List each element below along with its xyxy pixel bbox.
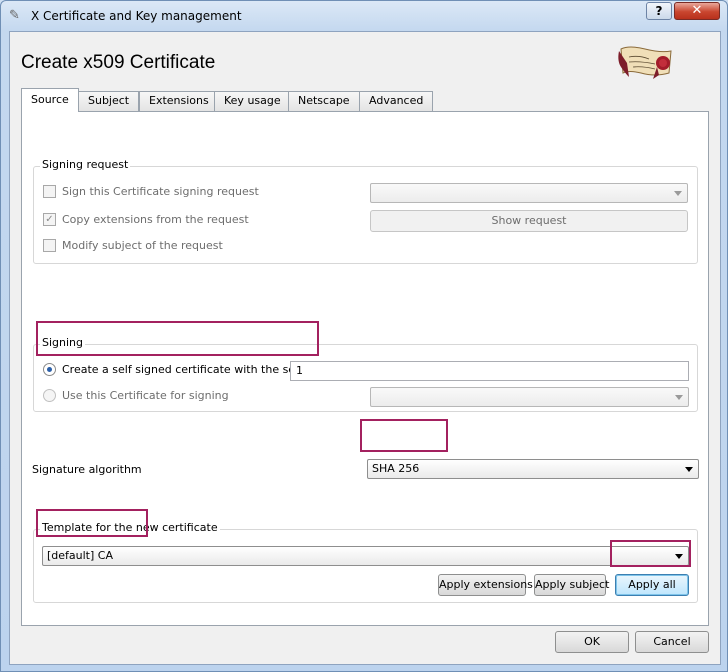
chevron-down-icon — [674, 191, 682, 196]
app-feather-icon: ✎ — [9, 8, 20, 23]
chevron-down-icon — [675, 395, 683, 400]
use-cert-radio-row[interactable]: Use this Certificate for signing — [43, 389, 229, 402]
tab-extensions[interactable]: Extensions — [139, 91, 219, 111]
ok-button[interactable]: OK — [555, 631, 629, 653]
window-title: X Certificate and Key management — [31, 9, 242, 23]
signing-group-label: Signing — [40, 336, 86, 349]
dialog-client-area: Create x509 Certificate Source Subject E… — [9, 31, 721, 665]
copy-extensions-label: Copy extensions from the request — [62, 213, 249, 226]
tab-key-usage[interactable]: Key usage — [214, 91, 291, 111]
signing-cert-select[interactable] — [370, 387, 689, 407]
chevron-down-icon — [685, 467, 693, 472]
template-group-label: Template for the new certificate — [40, 521, 220, 534]
copy-extensions-checkbox-row[interactable]: ✓ Copy extensions from the request — [43, 213, 249, 226]
self-signed-radio-row[interactable]: Create a self signed certificate with th… — [43, 363, 312, 376]
title-bar[interactable]: ✎ X Certificate and Key management ? ✕ — [1, 1, 727, 31]
apply-subject-button[interactable]: Apply subject — [534, 574, 609, 596]
self-signed-radio[interactable] — [43, 363, 56, 376]
modify-subject-checkbox[interactable] — [43, 239, 56, 252]
use-cert-label: Use this Certificate for signing — [62, 389, 229, 402]
dialog-window: ✎ X Certificate and Key management ? ✕ C… — [0, 0, 728, 672]
tab-advanced[interactable]: Advanced — [359, 91, 434, 111]
signature-algorithm-label: Signature algorithm — [32, 463, 142, 476]
tab-source[interactable]: Source — [21, 88, 79, 112]
apply-extensions-button[interactable]: Apply extensions — [438, 574, 533, 596]
serial-input[interactable]: 1 — [290, 361, 689, 381]
close-button[interactable]: ✕ — [674, 2, 720, 20]
show-request-button[interactable]: Show request — [370, 210, 688, 232]
chevron-down-icon — [675, 554, 683, 559]
request-select[interactable] — [370, 183, 688, 203]
help-button[interactable]: ? — [646, 2, 672, 20]
apply-all-button[interactable]: Apply all — [615, 574, 689, 596]
sign-csr-checkbox-row[interactable]: Sign this Certificate signing request — [43, 185, 259, 198]
template-group: Template for the new certificate [defaul… — [33, 521, 698, 603]
copy-extensions-checkbox[interactable]: ✓ — [43, 213, 56, 226]
scroll-logo-icon — [618, 46, 672, 79]
modify-subject-checkbox-row[interactable]: Modify subject of the request — [43, 239, 223, 252]
template-select[interactable]: [default] CA — [42, 546, 689, 566]
signature-algorithm-value: SHA 256 — [372, 462, 420, 475]
signing-request-group-label: Signing request — [40, 158, 131, 171]
cancel-button[interactable]: Cancel — [635, 631, 709, 653]
use-cert-radio[interactable] — [43, 389, 56, 402]
self-signed-label: Create a self signed certificate with th… — [62, 363, 313, 376]
tab-netscape[interactable]: Netscape — [288, 91, 360, 111]
signature-algorithm-select[interactable]: SHA 256 — [367, 459, 699, 479]
page-title: Create x509 Certificate — [21, 52, 216, 73]
template-select-value: [default] CA — [47, 549, 113, 562]
signing-group: Signing Create a self signed certificate… — [33, 336, 698, 412]
sign-csr-checkbox[interactable] — [43, 185, 56, 198]
source-tab-panel: Signing request Sign this Certificate si… — [21, 111, 709, 626]
signing-request-group: Signing request Sign this Certificate si… — [33, 158, 698, 264]
modify-subject-label: Modify subject of the request — [62, 239, 223, 252]
sign-csr-label: Sign this Certificate signing request — [62, 185, 259, 198]
tab-subject[interactable]: Subject — [78, 91, 140, 111]
